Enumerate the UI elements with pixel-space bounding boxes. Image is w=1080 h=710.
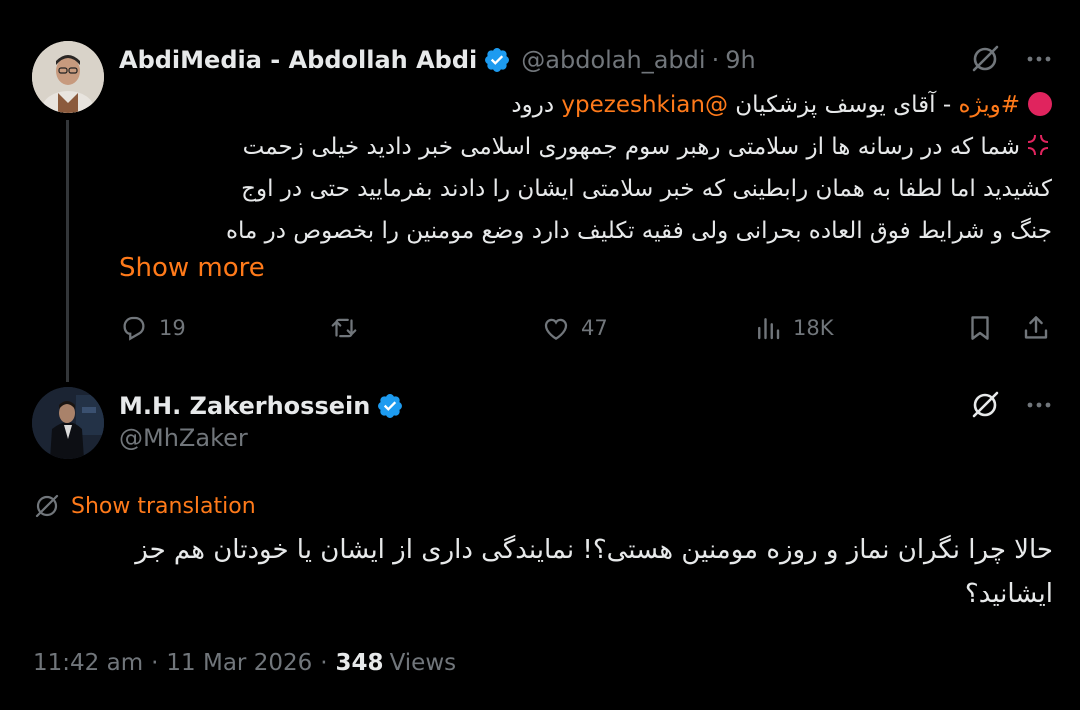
tweet-page: AbdiMedia - Abdollah Abdi @abdolah_abdi …	[0, 0, 1080, 710]
text-segment: - آقای یوسف پزشکیان	[727, 92, 959, 118]
thread-line	[66, 120, 69, 382]
parent-tweet-text: #ویژه - آقای یوسف پزشکیان @ypezeshkian د…	[119, 84, 1052, 252]
mention-link[interactable]: @ypezeshkian	[561, 92, 728, 118]
reply-count: 19	[159, 316, 186, 340]
parent-author-handle[interactable]: @abdolah_abdi	[521, 46, 705, 74]
reply-header: M.H. Zakerhossein	[119, 389, 404, 423]
reply-meta: 11:42 am · 11 Mar 2026 · 348 Views	[33, 646, 456, 680]
parent-header: AbdiMedia - Abdollah Abdi @abdolah_abdi …	[119, 44, 756, 76]
share-icon	[1024, 316, 1048, 339]
reply-avatar[interactable]	[32, 387, 104, 459]
reply-tweet-text: حالا چرا نگران نماز و روزه مومنین هستی؟!…	[33, 528, 1053, 616]
reply-time[interactable]: 11:42 am	[33, 650, 143, 676]
parent-avatar[interactable]	[32, 41, 104, 113]
reply-author-name[interactable]: M.H. Zakerhossein	[119, 392, 370, 420]
verified-badge-icon	[485, 48, 510, 72]
separator-dot: ·	[151, 650, 159, 676]
translate-icon	[35, 494, 59, 518]
share-button[interactable]	[1021, 308, 1051, 348]
show-more-link[interactable]: Show more	[119, 253, 265, 283]
reply-author-handle[interactable]: @MhZaker	[119, 424, 248, 452]
reply-views-label: Views	[389, 650, 457, 676]
like-count: 47	[581, 316, 608, 340]
show-translation-link[interactable]: Show translation	[33, 489, 256, 523]
verified-badge-icon	[378, 394, 403, 418]
reply-views-count: 348	[335, 650, 384, 676]
text-segment: شما که در رسانه ها از سلامتی رهبر سوم جم…	[242, 134, 1020, 160]
like-icon	[544, 318, 568, 340]
anger-emoji-icon	[1028, 135, 1048, 155]
parent-text-line-4: جنگ و شرایط فوق العاده بحرانی ولی فقیه ت…	[225, 218, 1052, 244]
separator-dot: ·	[320, 650, 328, 676]
views-icon	[758, 318, 780, 340]
parent-action-bar: 19 47 18K	[119, 308, 1054, 348]
reply-header-actions	[968, 388, 1054, 422]
bookmark-icon	[971, 316, 989, 340]
separator-dot: ·	[711, 46, 720, 74]
reply-icon	[123, 316, 145, 341]
parent-timestamp[interactable]: 9h	[725, 46, 755, 74]
parent-text-line-2: شما که در رسانه ها از سلامتی رهبر سوم جم…	[119, 126, 1052, 168]
parent-header-actions	[968, 42, 1054, 76]
bookmark-button[interactable]	[965, 308, 995, 348]
show-translation-label: Show translation	[71, 493, 256, 519]
reply-date[interactable]: 11 Mar 2026	[166, 650, 312, 676]
like-button[interactable]: 47	[541, 308, 608, 348]
views-button[interactable]: 18K	[753, 308, 834, 348]
retweet-icon	[331, 318, 357, 338]
parent-text-line-3: کشیدید اما لطفا به همان رابطینی که خبر س…	[241, 176, 1052, 202]
hashtag-link[interactable]: #ویژه	[958, 92, 1020, 118]
person-avatar-icon	[32, 387, 104, 459]
grok-icon[interactable]	[968, 42, 1002, 76]
parent-author-name[interactable]: AbdiMedia - Abdollah Abdi	[119, 46, 477, 74]
person-avatar-icon	[32, 41, 104, 113]
more-icon[interactable]	[1024, 390, 1054, 420]
retweet-button[interactable]	[329, 308, 369, 348]
parent-text-line-1: #ویژه - آقای یوسف پزشکیان @ypezeshkian د…	[119, 84, 1052, 126]
more-icon[interactable]	[1024, 44, 1054, 74]
reply-text-line-2: ایشانید؟	[964, 579, 1053, 609]
reply-button[interactable]: 19	[119, 308, 186, 348]
reply-text-line-1: حالا چرا نگران نماز و روزه مومنین هستی؟!…	[135, 535, 1053, 565]
text-segment: درود	[511, 92, 562, 118]
grok-icon[interactable]	[968, 388, 1002, 422]
red-circle-emoji-icon	[1028, 92, 1052, 116]
views-count: 18K	[793, 316, 834, 340]
